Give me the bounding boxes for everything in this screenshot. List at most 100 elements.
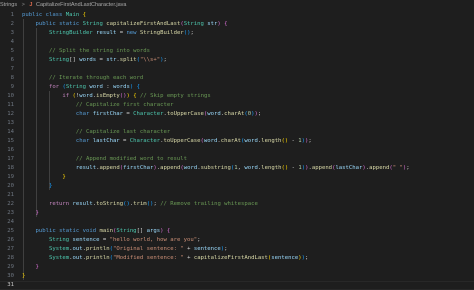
code-line[interactable]: 5 // Split the string into words: [0, 47, 474, 56]
line-number: 20: [7, 183, 14, 189]
code-token: append: [369, 165, 390, 171]
code-token: StringBuilder: [48, 30, 97, 36]
code-line[interactable]: 16: [0, 146, 474, 155]
code-token: word: [207, 111, 221, 117]
code-token: // Capitalize first character: [75, 102, 174, 108]
code-token: words: [79, 57, 97, 63]
code-token: // Remove trailing whitespace: [160, 201, 258, 207]
code-line[interactable]: 15 char lastChar = Character.toUpperCase…: [0, 137, 474, 146]
code-token: isEmpty: [96, 93, 120, 99]
code-token: append: [160, 165, 181, 171]
code-line[interactable]: 13: [0, 119, 474, 128]
code-line[interactable]: 10 if (!word.isEmpty()) { // Skip empty …: [0, 92, 474, 101]
code-token: capitalizeFirstAndLast: [106, 21, 181, 27]
code-text: result.append(firstChar).append(word.sub…: [22, 165, 410, 171]
code-token: for: [48, 84, 63, 90]
breadcrumb-file[interactable]: CapitalizeFirstAndLastCharacter.java: [36, 2, 127, 8]
code-line[interactable]: 25 public static void main(String[] args…: [0, 227, 474, 236]
code-token: str: [207, 21, 218, 27]
code-token: out: [72, 246, 83, 252]
code-text: char firstChar = Character.toUpperCase(w…: [22, 111, 261, 117]
code-line[interactable]: 30}: [0, 272, 474, 281]
line-number: 5: [10, 48, 14, 54]
code-token: println: [86, 246, 110, 252]
code-token: // Split the string into words: [48, 48, 150, 54]
code-line[interactable]: 24: [0, 218, 474, 227]
code-token: result: [75, 165, 97, 171]
code-line[interactable]: 9 for (String word : words) {: [0, 83, 474, 92]
line-number: 22: [7, 201, 14, 207]
code-line[interactable]: 11 // Capitalize first character: [0, 101, 474, 110]
code-line[interactable]: 19 }: [0, 173, 474, 182]
code-line[interactable]: 28 System.out.println("Modified sentence…: [0, 254, 474, 263]
code-line[interactable]: 26 String sentence = "hello world, how a…: [0, 236, 474, 245]
code-token: result: [72, 201, 93, 207]
code-line[interactable]: 29 }: [0, 263, 474, 272]
code-token: "Original sentence: ": [112, 246, 184, 252]
code-text: }: [22, 273, 25, 279]
code-token: str: [106, 57, 117, 63]
code-token: toString: [96, 201, 124, 207]
line-number: 6: [10, 57, 14, 63]
line-number: 19: [7, 174, 14, 180]
code-token: :: [102, 84, 113, 90]
code-line[interactable]: 18 result.append(firstChar).append(word.…: [0, 164, 474, 173]
line-number: 3: [10, 30, 14, 36]
code-token: =: [99, 237, 110, 243]
code-line[interactable]: 14 // Capitalize last character: [0, 128, 474, 137]
breadcrumb-folder[interactable]: Strings: [0, 2, 17, 8]
code-token: word: [244, 138, 258, 144]
line-number: 9: [10, 84, 14, 90]
code-line[interactable]: 2 public static String capitalizeFirstAn…: [0, 20, 474, 29]
code-line[interactable]: 21: [0, 191, 474, 200]
code-line[interactable]: 1 public class Main {: [0, 11, 474, 20]
code-token: // Skip empty strings: [139, 93, 211, 99]
code-token: append: [311, 165, 333, 171]
code-token: }: [35, 264, 39, 270]
code-line[interactable]: 6 String[] words = str.split("\\s+");: [0, 56, 474, 65]
code-line[interactable]: 27 System.out.println("Original sentence…: [0, 245, 474, 254]
code-token: -: [288, 165, 299, 171]
code-line[interactable]: 17 // Append modified word to result: [0, 155, 474, 164]
code-editor[interactable]: 1 public class Main {2 public static Stri…: [0, 10, 474, 290]
line-number: 16: [7, 147, 14, 153]
code-line[interactable]: 3 StringBuilder result = new StringBuild…: [0, 29, 474, 38]
code-token: word: [183, 165, 198, 171]
line-number: 28: [7, 255, 14, 261]
code-token: split: [119, 57, 137, 63]
line-number: 23: [7, 210, 14, 216]
line-number: 25: [7, 228, 14, 234]
code-line[interactable]: 7: [0, 65, 474, 74]
line-number: 24: [7, 219, 14, 225]
code-token: word: [79, 93, 93, 99]
code-token: "\\s+": [139, 57, 161, 63]
code-text: // Append modified word to result: [22, 156, 187, 162]
code-token: String: [82, 21, 107, 27]
code-token: // Append modified word to result: [75, 156, 188, 162]
code-line[interactable]: 23 }: [0, 209, 474, 218]
code-line[interactable]: 20 }: [0, 182, 474, 191]
code-line[interactable]: 22 return result.toString().trim(); // R…: [0, 200, 474, 209]
code-line[interactable]: 31: [0, 281, 474, 290]
code-text: }: [22, 174, 65, 180]
code-token: +: [183, 255, 194, 261]
code-token: System: [48, 246, 70, 252]
code-token: {: [224, 21, 228, 27]
line-number: 15: [7, 138, 14, 144]
line-number: 12: [7, 111, 14, 117]
code-line[interactable]: 4: [0, 38, 474, 47]
code-token: StringBuilder: [139, 30, 184, 36]
code-line[interactable]: 12 char firstChar = Character.toUpperCas…: [0, 110, 474, 119]
line-number: 30: [7, 273, 14, 279]
code-line[interactable]: 8 // Iterate through each word: [0, 74, 474, 83]
breadcrumb: Strings > J CapitalizeFirstAndLastCharac…: [0, 0, 474, 10]
code-token: []: [69, 57, 80, 63]
